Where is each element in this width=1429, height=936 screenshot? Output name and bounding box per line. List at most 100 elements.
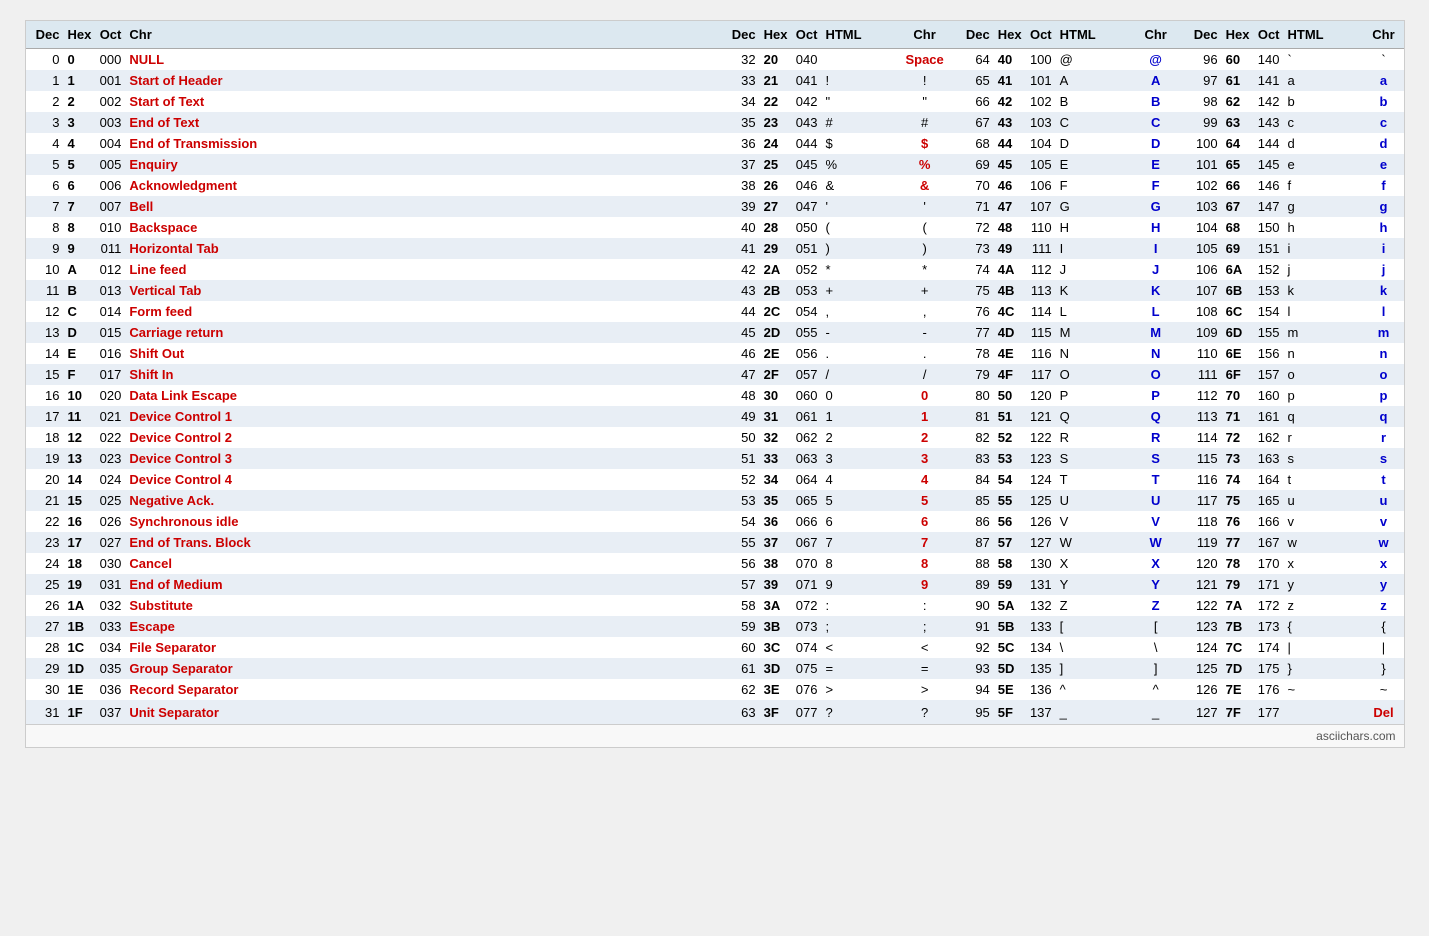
- sep2: [948, 364, 956, 385]
- sep1: [714, 49, 722, 71]
- dec1: 16: [26, 385, 64, 406]
- oct4: 177: [1254, 700, 1284, 724]
- html3: K: [1056, 280, 1136, 301]
- chr4: Del: [1364, 700, 1404, 724]
- chr3: Y: [1136, 574, 1176, 595]
- dec4: 98: [1184, 91, 1222, 112]
- dec2: 52: [722, 469, 760, 490]
- th-dec3: Dec: [956, 21, 994, 49]
- dec1: 23: [26, 532, 64, 553]
- oct1: 027: [95, 532, 125, 553]
- oct1: 000: [95, 49, 125, 71]
- hex4: 7E: [1222, 679, 1254, 700]
- oct4: 174: [1254, 637, 1284, 658]
- table-row: 88010Backspace4028050((7248110HH10468150…: [26, 217, 1404, 238]
- footer: asciichars.com: [26, 724, 1404, 747]
- oct4: 165: [1254, 490, 1284, 511]
- oct3: 100: [1026, 49, 1056, 71]
- dec4: 102: [1184, 175, 1222, 196]
- sep3: [1176, 91, 1184, 112]
- oct3: 105: [1026, 154, 1056, 175]
- oct3: 132: [1026, 595, 1056, 616]
- hex3: 47: [994, 196, 1026, 217]
- sep3: [1176, 658, 1184, 679]
- sep3: [1176, 259, 1184, 280]
- html3: W: [1056, 532, 1136, 553]
- chr2: %: [901, 154, 947, 175]
- dec3: 68: [956, 133, 994, 154]
- chr3: _: [1136, 700, 1176, 724]
- dec3: 95: [956, 700, 994, 724]
- dec1: 1: [26, 70, 64, 91]
- dec2: 50: [722, 427, 760, 448]
- chr3: Q: [1136, 406, 1176, 427]
- sep3: [1176, 49, 1184, 71]
- chr4: {: [1364, 616, 1404, 637]
- html2: ?: [821, 700, 901, 724]
- html3: E: [1056, 154, 1136, 175]
- html4: r: [1284, 427, 1364, 448]
- chr2: 2: [901, 427, 947, 448]
- dec2: 34: [722, 91, 760, 112]
- html3: U: [1056, 490, 1136, 511]
- dec1: 21: [26, 490, 64, 511]
- chr2: *: [901, 259, 947, 280]
- oct2: 052: [791, 259, 821, 280]
- chr2: >: [901, 679, 947, 700]
- chr2: ;: [901, 616, 947, 637]
- oct4: 150: [1254, 217, 1284, 238]
- name1: Substitute: [125, 595, 713, 616]
- oct3: 134: [1026, 637, 1056, 658]
- sep3: [1176, 511, 1184, 532]
- html2: 3: [821, 448, 901, 469]
- chr4: u: [1364, 490, 1404, 511]
- oct1: 017: [95, 364, 125, 385]
- oct2: 046: [791, 175, 821, 196]
- hex2: 22: [760, 91, 792, 112]
- dec4: 105: [1184, 238, 1222, 259]
- sep1: [714, 574, 722, 595]
- html3: P: [1056, 385, 1136, 406]
- oct3: 117: [1026, 364, 1056, 385]
- oct3: 124: [1026, 469, 1056, 490]
- oct4: 140: [1254, 49, 1284, 71]
- chr4: |: [1364, 637, 1404, 658]
- th-hex3: Hex: [994, 21, 1026, 49]
- table-body: 00000NULL3220040 Space6440100@@9660140``…: [26, 49, 1404, 725]
- oct4: 166: [1254, 511, 1284, 532]
- html3: B: [1056, 91, 1136, 112]
- table-row: 291D035Group Separator613D075==935D135]]…: [26, 658, 1404, 679]
- chr3: K: [1136, 280, 1176, 301]
- hex3: 5A: [994, 595, 1026, 616]
- oct1: 032: [95, 595, 125, 616]
- html2: ;: [821, 616, 901, 637]
- sep1: [714, 259, 722, 280]
- html4: l: [1284, 301, 1364, 322]
- th-dec2: Dec: [722, 21, 760, 49]
- html3: Z: [1056, 595, 1136, 616]
- sep1: [714, 91, 722, 112]
- dec2: 58: [722, 595, 760, 616]
- dec3: 88: [956, 553, 994, 574]
- html3: M: [1056, 322, 1136, 343]
- html4: p: [1284, 385, 1364, 406]
- name1: Carriage return: [125, 322, 713, 343]
- chr3: ^: [1136, 679, 1176, 700]
- th-oct2: Oct: [791, 21, 821, 49]
- hex4: 75: [1222, 490, 1254, 511]
- oct2: 075: [791, 658, 821, 679]
- chr4: h: [1364, 217, 1404, 238]
- dec3: 65: [956, 70, 994, 91]
- html3: H: [1056, 217, 1136, 238]
- oct3: 135: [1026, 658, 1056, 679]
- oct4: 141: [1254, 70, 1284, 91]
- html4: {: [1284, 616, 1364, 637]
- name1: Backspace: [125, 217, 713, 238]
- dec1: 19: [26, 448, 64, 469]
- hex4: 74: [1222, 469, 1254, 490]
- dec3: 87: [956, 532, 994, 553]
- chr2: <: [901, 637, 947, 658]
- main-container: Dec Hex Oct Chr Dec Hex Oct HTML Chr Dec…: [25, 20, 1405, 748]
- dec4: 109: [1184, 322, 1222, 343]
- sep2: [948, 343, 956, 364]
